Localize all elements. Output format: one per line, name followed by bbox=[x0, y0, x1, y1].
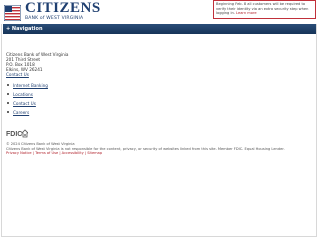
locations-link[interactable]: Locations bbox=[13, 92, 33, 97]
list-item: Contact Us bbox=[6, 99, 48, 108]
contact-us-link[interactable]: Contact Us bbox=[13, 101, 36, 106]
flag-logo-icon bbox=[4, 5, 21, 21]
internet-banking-link[interactable]: Internet Banking bbox=[13, 83, 48, 88]
notice-text: Beginning Feb. 8 all customers will be r… bbox=[216, 2, 309, 16]
fdic-equal-housing-icon: FDIC bbox=[6, 129, 28, 138]
list-item: Careers bbox=[6, 108, 48, 117]
list-item: Locations bbox=[6, 90, 48, 99]
svg-text:FDIC: FDIC bbox=[6, 131, 22, 138]
page-frame bbox=[1, 1, 317, 237]
footer-bottom-links[interactable]: Privacy Notice | Terms of Use | Accessib… bbox=[6, 151, 311, 156]
brand-tagline: BANK of WEST VIRGINIA bbox=[25, 16, 84, 21]
careers-link[interactable]: Careers bbox=[13, 110, 29, 115]
site-footer: © 2024 Citizens Bank of West Virginia Ci… bbox=[6, 142, 311, 156]
navigation-bar: + Navigation bbox=[3, 24, 316, 34]
site-header: CITIZENS BANK of WEST VIRGINIA Beginning… bbox=[0, 0, 320, 24]
brand-name[interactable]: CITIZENS bbox=[25, 1, 101, 16]
navigation-toggle-button[interactable]: + Navigation bbox=[6, 25, 43, 33]
footer-links-list: Internet Banking Locations Contact Us Ca… bbox=[6, 81, 48, 117]
contact-link[interactable]: Contact Us bbox=[6, 72, 311, 77]
list-item: Internet Banking bbox=[6, 81, 48, 90]
address-block: Citizens Bank of West Virginia 201 Third… bbox=[6, 52, 311, 77]
notice-learn-more-link[interactable]: Learn more bbox=[236, 11, 257, 15]
security-notice: Beginning Feb. 8 all customers will be r… bbox=[213, 0, 316, 19]
